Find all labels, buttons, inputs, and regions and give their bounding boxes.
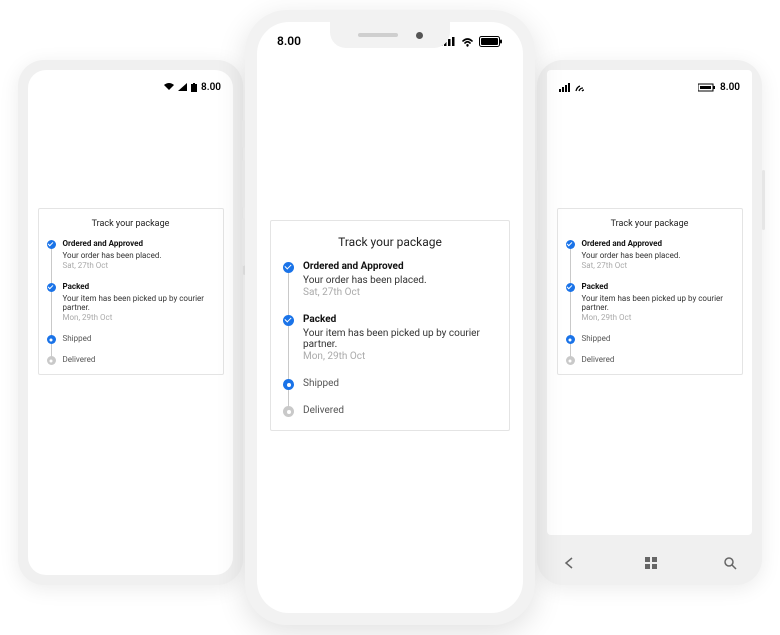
timeline: Ordered and Approved Your order has been… [47, 239, 215, 364]
phone-frame-windows: 8.00 Track your package Ordered and Appr… [537, 60, 762, 585]
step-title: Shipped [63, 334, 215, 343]
side-button [242, 218, 245, 266]
side-button [242, 120, 245, 148]
cellular-icon [178, 83, 187, 91]
back-button[interactable] [562, 557, 578, 569]
step-title: Ordered and Approved [303, 261, 497, 272]
timeline-step-ordered: Ordered and Approved Your order has been… [283, 261, 497, 314]
dot-icon [283, 406, 294, 417]
dot-icon [566, 335, 575, 344]
step-date: Sat, 27th Oct [582, 261, 734, 270]
wifi-icon [460, 36, 475, 47]
dot-icon [47, 335, 56, 344]
step-title: Delivered [303, 405, 497, 416]
wifi-icon [575, 83, 587, 92]
timeline-step-packed: Packed Your item has been picked up by c… [283, 314, 497, 378]
tracking-card: Track your package Ordered and Approved … [270, 220, 510, 431]
battery-icon [698, 83, 716, 92]
timeline-step-ordered: Ordered and Approved Your order has been… [566, 239, 734, 282]
timeline-step-shipped: Shipped [47, 334, 215, 355]
card-title: Track your package [47, 219, 215, 229]
cellular-icon [559, 83, 571, 92]
dot-icon [566, 356, 575, 365]
step-desc: Your order has been placed. [303, 275, 497, 286]
status-time: 8.00 [201, 82, 221, 93]
timeline-connector [570, 248, 571, 284]
step-title: Packed [582, 282, 734, 291]
phone-frame-android: 8.00 Track your package Ordered and Appr… [18, 60, 243, 585]
side-button [762, 170, 765, 230]
phone-screen: 8.00 Track your package Ordered an [257, 22, 523, 613]
step-date: Sat, 27th Oct [303, 287, 497, 298]
step-title: Ordered and Approved [63, 239, 215, 248]
step-title: Shipped [582, 334, 734, 343]
step-title: Delivered [63, 355, 215, 364]
timeline-step-shipped: Shipped [566, 334, 734, 355]
check-icon [566, 240, 575, 249]
timeline-connector [570, 291, 571, 336]
phone-frame-iphone: 8.00 Track your package Ordered an [245, 10, 535, 625]
side-button [535, 170, 538, 240]
tracking-card: Track your package Ordered and Approved … [557, 208, 743, 375]
status-time: 8.00 [720, 82, 740, 93]
speaker-icon [358, 33, 398, 37]
timeline: Ordered and Approved Your order has been… [283, 261, 497, 416]
step-title: Packed [63, 282, 215, 291]
card-title: Track your package [283, 235, 497, 249]
timeline-connector [51, 248, 52, 284]
step-date: Mon, 29th Oct [63, 313, 215, 322]
step-date: Sat, 27th Oct [63, 261, 215, 270]
timeline: Ordered and Approved Your order has been… [566, 239, 734, 364]
timeline-step-delivered: Delivered [283, 405, 497, 416]
phone-screen: 8.00 Track your package Ordered and Appr… [547, 70, 752, 535]
battery-icon [479, 36, 503, 47]
dot-icon [283, 379, 294, 390]
dot-icon [47, 356, 56, 365]
step-desc: Your item has been picked up by courier … [582, 294, 734, 312]
search-icon[interactable] [723, 556, 737, 570]
timeline-step-ordered: Ordered and Approved Your order has been… [47, 239, 215, 282]
wifi-icon [164, 83, 174, 91]
step-desc: Your order has been placed. [582, 251, 734, 260]
phone-screen: 8.00 Track your package Ordered and Appr… [28, 70, 233, 575]
status-time: 8.00 [277, 34, 301, 48]
timeline-step-shipped: Shipped [283, 378, 497, 405]
side-button [242, 160, 245, 208]
timeline-connector [288, 273, 289, 316]
timeline-step-packed: Packed Your item has been picked up by c… [47, 282, 215, 334]
check-icon [283, 262, 294, 273]
camera-icon [416, 32, 423, 39]
step-desc: Your order has been placed. [63, 251, 215, 260]
status-bar: 8.00 [28, 70, 233, 98]
step-date: Mon, 29th Oct [582, 313, 734, 322]
step-title: Shipped [303, 378, 497, 389]
step-title: Delivered [582, 355, 734, 364]
timeline-step-delivered: Delivered [566, 355, 734, 364]
battery-icon [191, 83, 197, 92]
check-icon [566, 283, 575, 292]
timeline-step-delivered: Delivered [47, 355, 215, 364]
check-icon [47, 283, 56, 292]
step-desc: Your item has been picked up by courier … [63, 294, 215, 312]
status-bar: 8.00 [547, 70, 752, 98]
step-desc: Your item has been picked up by courier … [303, 328, 497, 350]
timeline-connector [288, 326, 289, 380]
timeline-connector [51, 291, 52, 336]
nav-bar [562, 556, 737, 570]
notch [330, 22, 450, 48]
step-date: Mon, 29th Oct [303, 351, 497, 362]
step-title: Packed [303, 314, 497, 325]
step-title: Ordered and Approved [582, 239, 734, 248]
card-title: Track your package [566, 219, 734, 229]
windows-icon[interactable] [645, 557, 657, 569]
check-icon [47, 240, 56, 249]
tracking-card: Track your package Ordered and Approved … [38, 208, 224, 375]
timeline-step-packed: Packed Your item has been picked up by c… [566, 282, 734, 334]
check-icon [283, 315, 294, 326]
